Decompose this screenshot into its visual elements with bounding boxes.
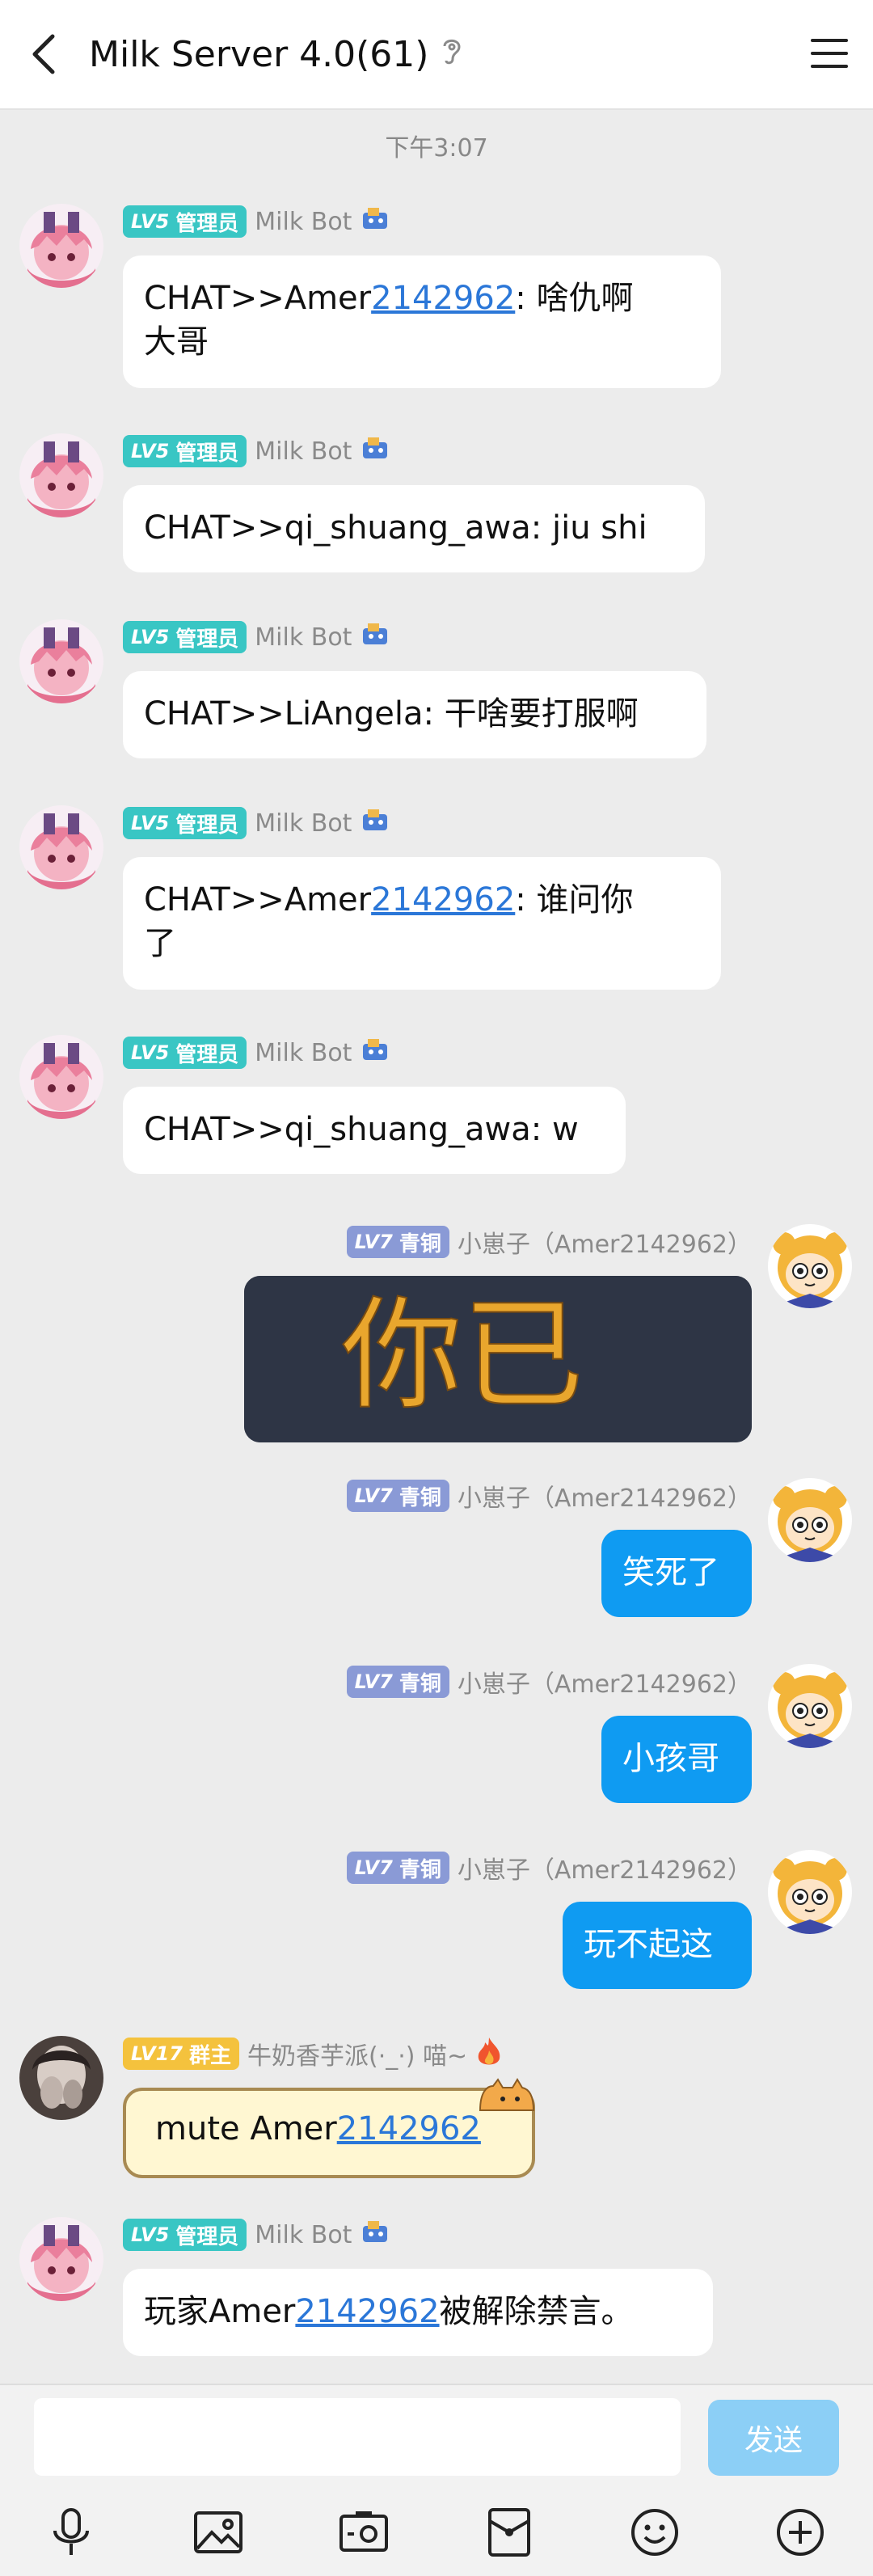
level-badge: LV5 管理员: [123, 2219, 247, 2251]
mention-link[interactable]: 2142962: [371, 280, 515, 317]
robot-icon: [360, 206, 392, 237]
sender-name: Milk Bot: [255, 809, 352, 838]
message-bubble[interactable]: mute Amer2142962: [123, 2088, 535, 2178]
input-toolbar: [0, 2492, 873, 2573]
message-input[interactable]: [34, 2398, 681, 2476]
svg-text:你已: 你已: [341, 1286, 584, 1426]
timestamp: 下午3:07: [385, 134, 488, 163]
chat-title[interactable]: Milk Server 4.0(61): [89, 34, 462, 75]
message-bubble[interactable]: CHAT>>LiAngela: 干啥要打服啊: [123, 671, 706, 758]
avatar[interactable]: [19, 2036, 103, 2120]
robot-icon: [360, 1037, 392, 1068]
hamburger-icon: [811, 39, 848, 68]
robot-icon: [360, 808, 392, 838]
mention-link[interactable]: 2142962: [371, 881, 515, 918]
emoji-button[interactable]: [624, 2502, 685, 2563]
message-bubble[interactable]: 小孩哥: [601, 1716, 752, 1803]
camera-button[interactable]: [333, 2502, 394, 2563]
sender-name: 小崽子（Amer2142962）: [457, 1231, 752, 1259]
back-button[interactable]: [0, 0, 89, 108]
sender-name: Milk Bot: [255, 207, 352, 236]
message-bubble[interactable]: CHAT>>Amer2142962: 啥仇啊 大哥: [123, 255, 721, 388]
image-message[interactable]: 你已: [244, 1276, 752, 1442]
level-badge: LV7 青铜: [346, 1226, 449, 1258]
message-bubble[interactable]: 笑死了: [601, 1530, 752, 1617]
sender-name: Milk Bot: [255, 623, 352, 652]
plus-circle-icon: [777, 2509, 824, 2556]
photo-button[interactable]: [188, 2502, 249, 2563]
level-badge: LV5 管理员: [123, 1037, 247, 1069]
mention-link[interactable]: 2142962: [295, 2293, 439, 2330]
message-bubble[interactable]: CHAT>>Amer2142962: 谁问你了: [123, 857, 721, 990]
message-bubble[interactable]: 玩家Amer2142962被解除禁言。: [123, 2269, 713, 2356]
sender-name: 小崽子（Amer2142962）: [457, 1856, 752, 1885]
ear-icon: [441, 35, 462, 74]
chat-header: Milk Server 4.0(61): [0, 0, 873, 110]
level-badge: LV5 管理员: [123, 807, 247, 839]
sender-name: 牛奶香芋派(·_·) 喵~: [247, 2042, 468, 2071]
menu-button[interactable]: [807, 31, 852, 76]
mention-link[interactable]: 2142962: [337, 2110, 481, 2147]
avatar[interactable]: [19, 204, 103, 288]
red-envelope-icon: [488, 2508, 530, 2557]
camera-icon: [340, 2511, 388, 2552]
level-badge: LV17 群主: [123, 2038, 239, 2070]
avatar[interactable]: [768, 1664, 852, 1748]
message-bubble[interactable]: 玩不起这: [563, 1902, 752, 1989]
avatar[interactable]: [768, 1850, 852, 1934]
cat-icon: [475, 2078, 537, 2118]
avatar[interactable]: [19, 805, 103, 889]
avatar[interactable]: [19, 619, 103, 703]
image-icon: [194, 2511, 242, 2553]
input-area: 发送: [0, 2384, 873, 2576]
smiley-icon: [631, 2509, 678, 2556]
sender-name: Milk Bot: [255, 1038, 352, 1067]
avatar[interactable]: [19, 2217, 103, 2301]
flame-icon: [475, 2036, 503, 2071]
level-badge: LV5 管理员: [123, 435, 247, 467]
avatar[interactable]: [19, 1035, 103, 1119]
voice-button[interactable]: [40, 2502, 102, 2563]
level-badge: LV7 青铜: [346, 1480, 449, 1512]
level-badge: LV7 青铜: [346, 1852, 449, 1884]
sender-name: 小崽子（Amer2142962）: [457, 1670, 752, 1699]
level-badge: LV5 管理员: [123, 621, 247, 653]
message-bubble[interactable]: CHAT>>qi_shuang_awa: w: [123, 1087, 626, 1174]
red-packet-button[interactable]: [479, 2502, 540, 2563]
avatar[interactable]: [768, 1224, 852, 1308]
level-badge: LV7 青铜: [346, 1666, 449, 1698]
robot-icon: [360, 2219, 392, 2250]
sender-name: Milk Bot: [255, 2220, 352, 2249]
robot-icon: [360, 436, 392, 467]
sender-name: 小崽子（Amer2142962）: [457, 1484, 752, 1513]
message-bubble[interactable]: CHAT>>qi_shuang_awa: jiu shi: [123, 485, 705, 572]
group-name: Milk Server 4.0(61): [89, 33, 429, 75]
robot-icon: [360, 622, 392, 652]
avatar[interactable]: [19, 433, 103, 517]
avatar[interactable]: [768, 1478, 852, 1562]
microphone-icon: [53, 2508, 89, 2555]
more-button[interactable]: [770, 2502, 831, 2563]
back-arrow-icon: [32, 34, 55, 74]
sender-name: Milk Bot: [255, 437, 352, 466]
send-button[interactable]: 发送: [708, 2400, 839, 2476]
level-badge: LV5 管理员: [123, 205, 247, 238]
